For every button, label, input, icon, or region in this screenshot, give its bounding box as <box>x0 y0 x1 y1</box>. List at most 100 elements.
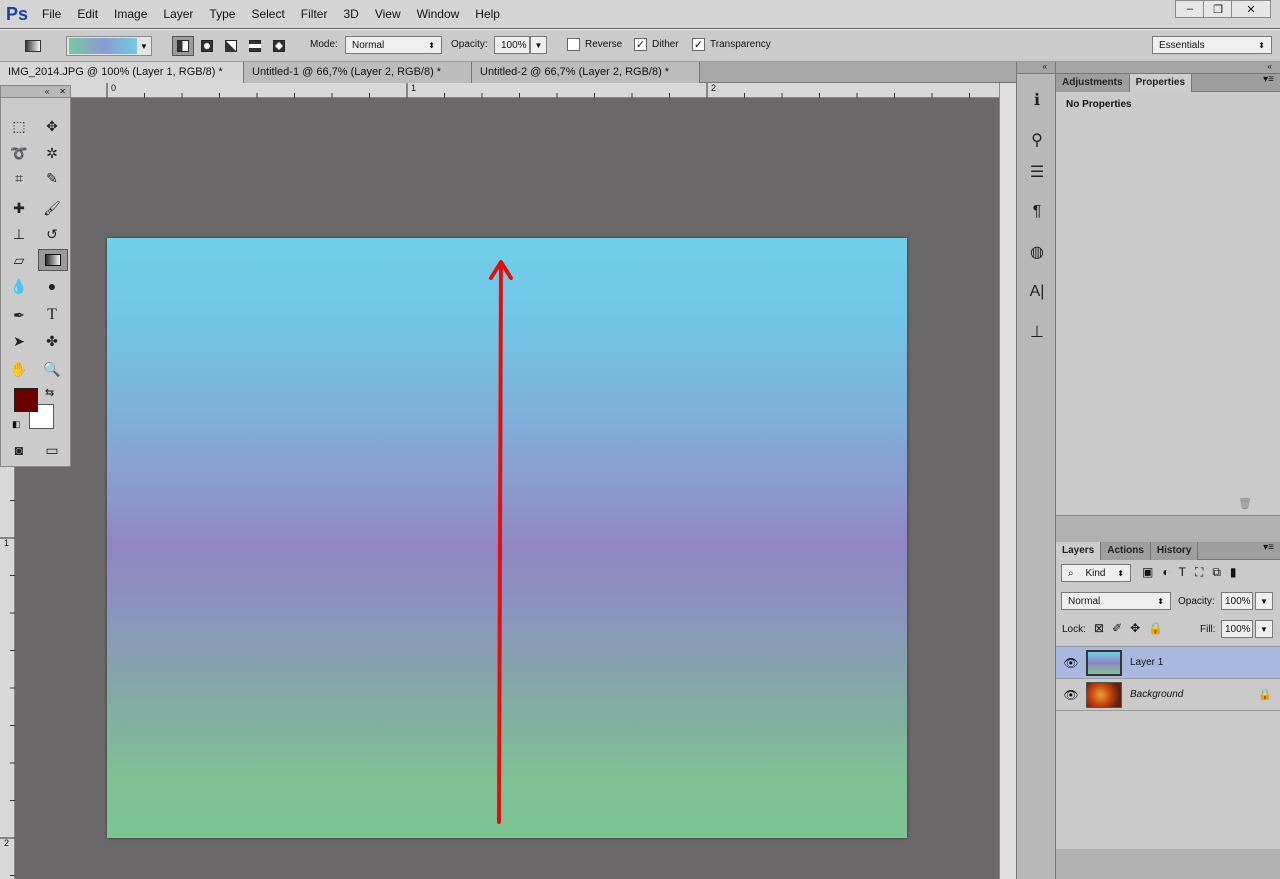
dock-header[interactable]: « <box>1017 62 1055 74</box>
diamond-gradient-button[interactable] <box>268 36 290 56</box>
reverse-option[interactable]: Reverse <box>567 38 622 51</box>
menu-3d[interactable]: 3D <box>335 0 366 28</box>
collapse-icon[interactable]: « <box>45 87 49 96</box>
clone-source-icon[interactable]: ⊥ <box>1019 316 1055 348</box>
lock-image-icon[interactable]: ✐ <box>1112 621 1122 635</box>
eye-icon[interactable]: 👁 <box>1056 688 1086 702</box>
tool-preset-picker[interactable] <box>20 36 46 56</box>
tab-actions[interactable]: Actions <box>1101 542 1151 560</box>
screen-mode-icon[interactable]: ▭ <box>36 438 68 462</box>
menu-file[interactable]: File <box>34 0 69 28</box>
opacity-input[interactable]: 100% <box>494 36 530 54</box>
brush-tool-icon[interactable]: 🖌 <box>36 196 68 220</box>
lasso-tool-icon[interactable]: ➰ <box>3 141 35 165</box>
tab-layers[interactable]: Layers <box>1056 542 1102 560</box>
menu-type[interactable]: Type <box>201 0 243 28</box>
gradient-picker[interactable]: ▼ <box>66 36 152 56</box>
history-brush-tool-icon[interactable]: ↺ <box>36 222 68 246</box>
dither-option[interactable]: ✓ Dither <box>634 38 679 51</box>
trash-icon[interactable]: 🗑 <box>1238 497 1252 510</box>
menu-filter[interactable]: Filter <box>293 0 336 28</box>
healing-brush-tool-icon[interactable]: ✚ <box>3 196 35 220</box>
default-colors-icon[interactable]: ◧ <box>12 419 21 430</box>
dither-checkbox[interactable]: ✓ <box>634 38 647 51</box>
pen-tool-icon[interactable]: ✒ <box>3 303 35 327</box>
lock-all-icon[interactable]: 🔒 <box>1148 621 1163 635</box>
reflected-gradient-button[interactable] <box>244 36 266 56</box>
menu-image[interactable]: Image <box>106 0 155 28</box>
type-tool-icon[interactable]: T <box>36 303 68 327</box>
move-tool-icon[interactable]: ✥ <box>36 114 68 138</box>
transparency-option[interactable]: ✓ Transparency <box>692 38 771 51</box>
angle-gradient-button[interactable] <box>220 36 242 56</box>
layer-row-background[interactable]: 👁 Background 🔒 <box>1056 679 1280 711</box>
reverse-checkbox[interactable] <box>567 38 580 51</box>
restore-button[interactable]: ❐ <box>1203 0 1233 18</box>
zoom-tool-icon[interactable]: 🔍 <box>36 357 68 381</box>
menu-select[interactable]: Select <box>243 0 292 28</box>
lock-transparent-icon[interactable]: ⊠ <box>1094 621 1104 635</box>
menu-window[interactable]: Window <box>409 0 468 28</box>
dodge-tool-icon[interactable]: ● <box>36 274 68 298</box>
fill-dropdown[interactable]: ▼ <box>1255 620 1273 638</box>
gradient-tool-icon[interactable] <box>38 249 68 271</box>
foreground-color-swatch[interactable] <box>14 388 38 412</box>
right-panel-header[interactable]: « <box>1056 62 1280 74</box>
layer-opacity-input[interactable]: 100% <box>1221 592 1253 610</box>
vertical-scrollbar[interactable] <box>999 83 1016 879</box>
tab-history[interactable]: History <box>1150 542 1199 560</box>
tab-adjustments[interactable]: Adjustments <box>1056 74 1130 92</box>
minimize-button[interactable]: – <box>1175 0 1205 18</box>
panel-menu-icon[interactable]: ▾≡ <box>1192 74 1280 91</box>
eraser-tool-icon[interactable]: ▱ <box>3 248 35 272</box>
tab-properties[interactable]: Properties <box>1129 74 1193 92</box>
character-icon[interactable]: A| <box>1019 276 1055 308</box>
info-icon[interactable]: ℹ <box>1019 84 1055 116</box>
magic-wand-tool-icon[interactable]: ✲ <box>36 141 68 165</box>
radial-gradient-button[interactable] <box>196 36 218 56</box>
toolbox-header[interactable]: «✕ <box>1 86 70 98</box>
opacity-dropdown[interactable]: ▼ <box>530 36 547 54</box>
doc-tab-untitled1[interactable]: Untitled-1 @ 66,7% (Layer 2, RGB/8) * <box>244 62 472 83</box>
brush-presets-icon[interactable]: ⚲ <box>1019 124 1055 156</box>
layer-opacity-dropdown[interactable]: ▼ <box>1255 592 1273 610</box>
smart-object-filter-icon[interactable]: ⧉ <box>1212 565 1221 580</box>
eyedropper-tool-icon[interactable]: ✎ <box>36 166 68 190</box>
paragraph-icon[interactable]: ¶ <box>1019 196 1055 228</box>
hand-tool-icon[interactable]: ✋ <box>3 357 35 381</box>
doc-tab-untitled2[interactable]: Untitled-2 @ 66,7% (Layer 2, RGB/8) * <box>472 62 700 83</box>
color-wheel-icon[interactable]: ◍ <box>1019 236 1055 268</box>
workspace-select[interactable]: Essentials ⬍ <box>1152 36 1272 54</box>
panel-menu-icon[interactable]: ▾≡ <box>1198 542 1280 559</box>
path-selection-tool-icon[interactable]: ➤ <box>3 329 35 353</box>
clone-stamp-tool-icon[interactable]: ⊥ <box>3 222 35 246</box>
menu-view[interactable]: View <box>367 0 409 28</box>
eye-icon[interactable]: 👁 <box>1056 656 1086 670</box>
layer-row-layer1[interactable]: 👁 Layer 1 <box>1056 647 1280 679</box>
blur-tool-icon[interactable]: 💧 <box>3 274 35 298</box>
menu-layer[interactable]: Layer <box>155 0 201 28</box>
adjustment-filter-icon[interactable]: ◐ <box>1162 565 1169 580</box>
close-button[interactable]: ✕ <box>1231 0 1271 18</box>
image-filter-icon[interactable]: ▣ <box>1142 565 1153 580</box>
shape-filter-icon[interactable]: ⛶ <box>1195 565 1203 580</box>
swap-colors-icon[interactable]: ⇆ <box>45 386 54 399</box>
doc-tab-img2014[interactable]: IMG_2014.JPG @ 100% (Layer 1, RGB/8) * <box>0 62 244 83</box>
linear-gradient-button[interactable] <box>172 36 194 56</box>
type-filter-icon[interactable]: T <box>1179 565 1186 580</box>
fill-input[interactable]: 100% <box>1221 620 1253 638</box>
lock-position-icon[interactable]: ✥ <box>1130 621 1140 635</box>
crop-tool-icon[interactable]: ⌗ <box>3 166 35 190</box>
marquee-tool-icon[interactable]: ⬚ <box>3 114 35 138</box>
blend-mode-select[interactable]: Normal ⬍ <box>1061 592 1171 610</box>
menu-help[interactable]: Help <box>467 0 508 28</box>
filter-toggle-icon[interactable]: ▮ <box>1230 565 1237 580</box>
menu-edit[interactable]: Edit <box>69 0 106 28</box>
quick-mask-icon[interactable]: ◙ <box>3 438 35 462</box>
custom-shape-tool-icon[interactable]: ✤ <box>36 329 68 353</box>
layer-filter-select[interactable]: ⌕ Kind ⬍ <box>1061 564 1131 582</box>
close-icon[interactable]: ✕ <box>59 87 66 96</box>
transparency-checkbox[interactable]: ✓ <box>692 38 705 51</box>
adjustments-sliders-icon[interactable]: ☰ <box>1019 156 1055 188</box>
mode-select[interactable]: Normal ⬍ <box>345 36 442 54</box>
